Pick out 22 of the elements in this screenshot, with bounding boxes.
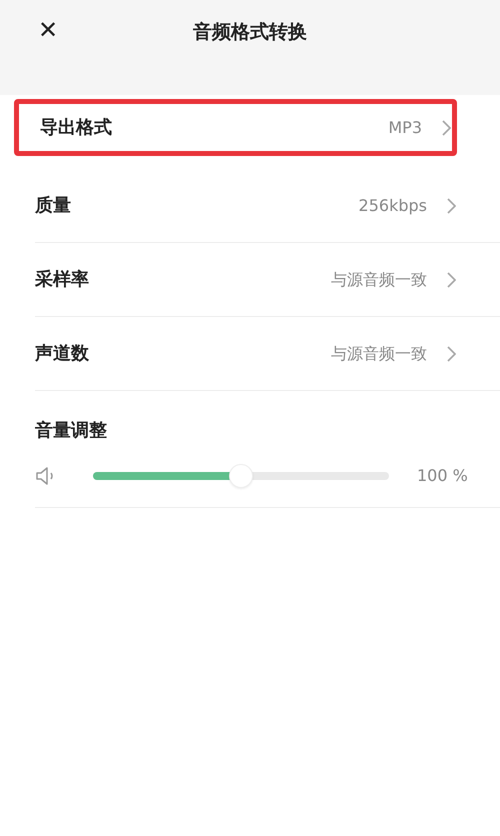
volume-reading: 100 % — [417, 464, 468, 486]
chevron-icon — [447, 346, 456, 362]
section-title: 音量调整 — [35, 419, 107, 443]
setting-label: 质量 — [35, 194, 71, 218]
chevron-icon — [447, 272, 456, 288]
chevron-icon — [442, 120, 451, 136]
page-title: 音频格式转换 — [193, 21, 307, 43]
setting-label: 导出格式 — [40, 116, 112, 140]
close-button[interactable]: ✕ — [36, 16, 60, 44]
setting-row[interactable]: 声道数 与源音频一致 — [35, 317, 500, 391]
setting-value: MP3 — [388, 116, 422, 138]
chevron-icon — [447, 198, 456, 214]
setting-value: 与源音频一致 — [331, 342, 427, 364]
setting-value: 与源音频一致 — [331, 268, 427, 290]
volume-slider[interactable] — [93, 462, 389, 488]
setting-value: 256kbps — [358, 194, 427, 216]
setting-row[interactable]: 采样率 与源音频一致 — [35, 243, 500, 317]
setting-label: 声道数 — [35, 342, 89, 366]
setting-row[interactable]: 质量 256kbps — [35, 169, 500, 243]
highlighted-setting-row[interactable]: 导出格式 MP3 — [14, 99, 457, 156]
slider-thumb[interactable] — [229, 464, 253, 488]
setting-label: 采样率 — [35, 268, 89, 292]
